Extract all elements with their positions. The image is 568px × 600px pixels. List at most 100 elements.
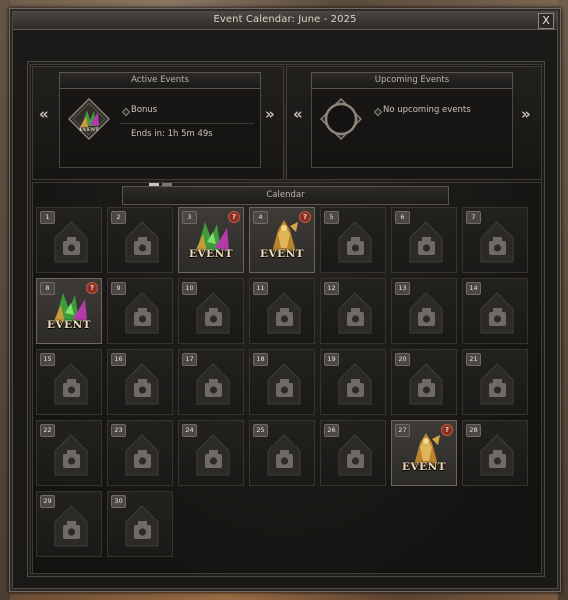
calendar-day-11[interactable]: 11	[249, 278, 315, 344]
day-number: 11	[253, 282, 268, 295]
day-number: 29	[40, 495, 55, 508]
window-title: Event Calendar: June - 2025	[213, 14, 357, 25]
active-next-arrow[interactable]: »	[265, 105, 275, 123]
day-number: 7	[466, 211, 481, 224]
calendar-day-19[interactable]: 19	[320, 349, 386, 415]
locked-day-icon	[338, 292, 372, 334]
locked-day-icon	[125, 434, 159, 476]
calendar-day-27[interactable]: 27 EVENT?	[391, 420, 457, 486]
calendar-day-23[interactable]: 23	[107, 420, 173, 486]
day-number: 18	[253, 353, 268, 366]
calendar-day-21[interactable]: 21	[462, 349, 528, 415]
help-icon[interactable]: ?	[441, 424, 453, 436]
event-label: EVENT	[46, 319, 92, 331]
locked-day-icon	[196, 292, 230, 334]
calendar-day-9[interactable]: 9	[107, 278, 173, 344]
close-button[interactable]: X	[538, 13, 554, 29]
calendar-day-18[interactable]: 18	[249, 349, 315, 415]
active-event-name: Bonus	[131, 105, 158, 115]
day-number: 30	[111, 495, 126, 508]
active-prev-arrow[interactable]: «	[39, 105, 49, 123]
day-number: 2	[111, 211, 126, 224]
day-number: 14	[466, 282, 481, 295]
day-number: 15	[40, 353, 55, 366]
day-number: 6	[395, 211, 410, 224]
upcoming-next-arrow[interactable]: »	[521, 105, 531, 123]
locked-day-icon	[480, 221, 514, 263]
calendar-day-26[interactable]: 26	[320, 420, 386, 486]
locked-day-icon	[125, 221, 159, 263]
calendar-day-1[interactable]: 1	[36, 207, 102, 273]
calendar-day-24[interactable]: 24	[178, 420, 244, 486]
title-bar[interactable]: Event Calendar: June - 2025 X	[13, 12, 557, 30]
calendar-day-5[interactable]: 5	[320, 207, 386, 273]
calendar-section: Calendar 1 2 3 EVENT? 4 EVENT? 5 6 7 8 EVENT? 9 10 11…	[32, 182, 542, 574]
calendar-day-28[interactable]: 28	[462, 420, 528, 486]
active-event-icon-label: EVENT	[79, 127, 99, 133]
locked-day-icon	[54, 434, 88, 476]
day-number: 13	[395, 282, 410, 295]
calendar-day-12[interactable]: 12	[320, 278, 386, 344]
calendar-day-29[interactable]: 29	[36, 491, 102, 557]
event-label: EVENT	[259, 248, 305, 260]
day-number: 28	[466, 424, 481, 437]
day-number: 24	[182, 424, 197, 437]
day-number: 25	[253, 424, 268, 437]
help-icon[interactable]: ?	[86, 282, 98, 294]
day-number: 9	[111, 282, 126, 295]
active-events-title: Active Events	[59, 72, 261, 89]
locked-day-icon	[480, 292, 514, 334]
calendar-day-17[interactable]: 17	[178, 349, 244, 415]
upcoming-events-title: Upcoming Events	[311, 72, 513, 89]
locked-day-icon	[338, 434, 372, 476]
active-event-icon[interactable]: EVENT	[68, 98, 110, 140]
locked-day-icon	[54, 221, 88, 263]
locked-day-icon	[54, 363, 88, 405]
locked-day-icon	[480, 363, 514, 405]
day-number: 16	[111, 353, 126, 366]
day-number: 12	[324, 282, 339, 295]
calendar-day-8[interactable]: 8 EVENT?	[36, 278, 102, 344]
calendar-day-10[interactable]: 10	[178, 278, 244, 344]
event-label: EVENT	[188, 248, 234, 260]
calendar-day-22[interactable]: 22	[36, 420, 102, 486]
locked-day-icon	[409, 363, 443, 405]
empty-event-frame-icon	[320, 98, 362, 140]
calendar-day-16[interactable]: 16	[107, 349, 173, 415]
upcoming-events-panel: « Upcoming Events No upcoming events »	[286, 66, 542, 180]
calendar-day-6[interactable]: 6	[391, 207, 457, 273]
locked-day-icon	[480, 434, 514, 476]
help-icon[interactable]: ?	[299, 211, 311, 223]
day-number: 5	[324, 211, 339, 224]
calendar-day-7[interactable]: 7	[462, 207, 528, 273]
calendar-day-2[interactable]: 2	[107, 207, 173, 273]
locked-day-icon	[267, 434, 301, 476]
locked-day-icon	[338, 363, 372, 405]
event-label: EVENT	[401, 461, 447, 473]
locked-day-icon	[338, 221, 372, 263]
active-event-card[interactable]: EVENT Bonus Ends in: 1h 5m 49s	[59, 89, 261, 168]
calendar-day-30[interactable]: 30	[107, 491, 173, 557]
day-number: 19	[324, 353, 339, 366]
calendar-day-25[interactable]: 25	[249, 420, 315, 486]
day-number: 22	[40, 424, 55, 437]
help-icon[interactable]: ?	[228, 211, 240, 223]
upcoming-prev-arrow[interactable]: «	[293, 105, 303, 123]
locked-day-icon	[267, 363, 301, 405]
bullet-icon	[373, 107, 383, 117]
locked-day-icon	[196, 434, 230, 476]
locked-day-icon	[409, 292, 443, 334]
calendar-title: Calendar	[122, 186, 449, 205]
calendar-day-14[interactable]: 14	[462, 278, 528, 344]
locked-day-icon	[125, 505, 159, 547]
locked-day-icon	[409, 221, 443, 263]
calendar-day-4[interactable]: 4 EVENT?	[249, 207, 315, 273]
day-number: 23	[111, 424, 126, 437]
calendar-day-3[interactable]: 3 EVENT?	[178, 207, 244, 273]
calendar-day-15[interactable]: 15	[36, 349, 102, 415]
calendar-day-20[interactable]: 20	[391, 349, 457, 415]
bullet-icon	[121, 107, 131, 117]
calendar-day-13[interactable]: 13	[391, 278, 457, 344]
active-event-countdown: Ends in: 1h 5m 49s	[131, 129, 213, 139]
calendar-body: « Active Events EVENT Bonus Ends in: 1h …	[27, 61, 545, 577]
